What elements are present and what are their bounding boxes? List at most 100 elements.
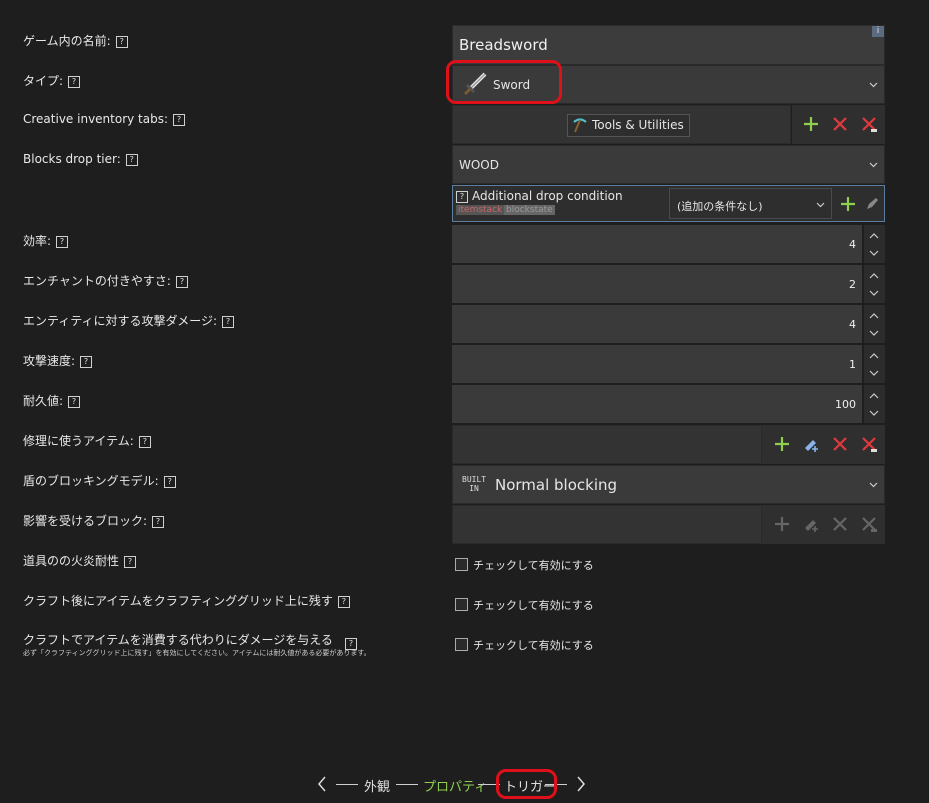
drop-condition-title: Additional drop condition <box>472 189 623 203</box>
clear-all-icon[interactable] <box>860 115 878 133</box>
attack-speed-spinner[interactable] <box>864 345 885 383</box>
help-icon[interactable]: ? <box>152 516 165 528</box>
repair-items-list[interactable] <box>452 425 762 464</box>
efficiency-input[interactable]: 4 <box>452 225 862 263</box>
checkbox-label: チェックして有効にする <box>473 599 594 612</box>
label-damage-on-craft-note: 必ず「クラフティンググリッド上に残す」を有効にしてください。アイテムには耐久値が… <box>23 649 371 657</box>
help-icon[interactable]: ? <box>337 596 350 608</box>
nav-current-page[interactable]: プロパティ <box>423 776 487 795</box>
enchantability-spinner[interactable] <box>864 265 885 303</box>
label-affected-blocks: 影響を受けるブロック:? <box>23 512 165 529</box>
help-icon[interactable]: ? <box>456 191 468 203</box>
label-type: タイプ:? <box>23 72 81 89</box>
tag-blockstate: blockstate <box>504 205 555 215</box>
durability-spinner[interactable] <box>864 385 885 423</box>
help-icon[interactable]: ? <box>68 76 81 88</box>
help-icon[interactable]: ? <box>138 436 151 448</box>
pickaxe-icon <box>572 117 588 133</box>
creative-tabs-list[interactable]: Tools & Utilities <box>452 105 791 144</box>
enchantability-input[interactable]: 2 <box>452 265 862 303</box>
shield-model-dropdown[interactable]: BUILT IN Normal blocking <box>452 465 885 504</box>
add-tag-icon[interactable] <box>802 435 820 453</box>
keep-after-craft-checkbox[interactable] <box>455 598 468 611</box>
affected-blocks-actions <box>762 505 885 544</box>
creative-tab-chip[interactable]: Tools & Utilities <box>567 114 690 137</box>
help-icon[interactable]: ? <box>80 356 93 368</box>
help-icon[interactable]: ? <box>173 114 186 126</box>
help-icon[interactable]: ? <box>124 556 137 568</box>
chevron-down-icon[interactable] <box>869 247 879 257</box>
info-icon[interactable]: i <box>872 26 884 37</box>
chevron-down-icon <box>869 160 878 169</box>
chevron-up-icon[interactable] <box>869 270 879 280</box>
help-icon[interactable]: ? <box>163 476 176 488</box>
drop-condition-panel: ? Additional drop condition itemstack bl… <box>452 185 885 222</box>
label-drop-tier: Blocks drop tier:? <box>23 152 138 166</box>
label-damage-on-craft: クラフトでアイテムを消費する代わりにダメージを与える <box>23 633 333 647</box>
name-input[interactable]: Breadsword i <box>452 25 885 65</box>
add-icon[interactable] <box>802 115 820 133</box>
label-keep-after-craft: クラフト後にアイテムをクラフティンググリッド上に残す? <box>23 592 350 609</box>
chevron-up-icon[interactable] <box>869 390 879 400</box>
fire-resistance-checkbox[interactable] <box>455 558 468 571</box>
chevron-down-icon[interactable] <box>869 367 879 377</box>
help-icon[interactable]: ? <box>56 236 69 248</box>
help-icon[interactable]: ? <box>115 36 128 48</box>
attack-speed-input[interactable]: 1 <box>452 345 862 383</box>
remove-icon[interactable] <box>831 435 849 453</box>
damage-input[interactable]: 4 <box>452 305 862 343</box>
label-fire-resistance: 道具のの火炎耐性? <box>23 552 137 569</box>
chevron-left-icon[interactable] <box>317 776 327 792</box>
enchantability-value: 2 <box>849 278 856 291</box>
repair-items-actions <box>762 425 885 464</box>
shield-model-value: Normal blocking <box>495 476 618 494</box>
remove-icon[interactable] <box>831 115 849 133</box>
clear-all-icon[interactable] <box>860 435 878 453</box>
chevron-down-icon[interactable] <box>869 287 879 297</box>
damage-on-craft-checkbox[interactable] <box>455 638 468 651</box>
builtin-badge: BUILT IN <box>462 475 486 493</box>
clear-all-icon <box>860 515 878 533</box>
chevron-down-icon <box>869 480 878 489</box>
help-icon[interactable]: ? <box>125 154 138 166</box>
chevron-down-icon[interactable] <box>869 327 879 337</box>
chevron-up-icon[interactable] <box>869 230 879 240</box>
efficiency-value: 4 <box>849 238 856 251</box>
affected-blocks-list[interactable] <box>452 505 762 544</box>
chevron-down-icon <box>816 200 825 209</box>
add-icon[interactable] <box>839 195 857 213</box>
label-durability: 耐久値:? <box>23 392 81 409</box>
damage-value: 4 <box>849 318 856 331</box>
label-name: ゲーム内の名前:? <box>23 32 128 49</box>
damage-spinner[interactable] <box>864 305 885 343</box>
creative-tabs-actions <box>792 105 885 144</box>
chevron-up-icon[interactable] <box>869 350 879 360</box>
label-creative-tabs: Creative inventory tabs:? <box>23 112 186 126</box>
highlight-ring <box>446 60 562 104</box>
drop-tier-dropdown[interactable]: WOOD <box>452 145 885 184</box>
help-icon[interactable]: ? <box>345 636 357 650</box>
builtin-top: BUILT <box>462 475 487 484</box>
chevron-down-icon <box>869 80 878 89</box>
label-repair-items: 修理に使うアイテム:? <box>23 432 151 449</box>
highlight-ring <box>496 769 557 799</box>
chevron-up-icon[interactable] <box>869 310 879 320</box>
efficiency-spinner[interactable] <box>864 225 885 263</box>
creative-tab-label: Tools & Utilities <box>592 118 684 132</box>
nav-prev-page[interactable]: 外観 <box>364 776 390 795</box>
help-icon[interactable]: ? <box>222 316 235 328</box>
nav-divider <box>396 784 418 785</box>
durability-input[interactable]: 100 <box>452 385 862 423</box>
add-icon[interactable] <box>773 435 791 453</box>
chevron-right-icon[interactable] <box>576 776 586 792</box>
chevron-down-icon[interactable] <box>869 407 879 417</box>
tag-itemstack: itemstack <box>456 205 505 215</box>
label-attack-speed: 攻撃速度:? <box>23 352 93 369</box>
drop-condition-dropdown[interactable]: (追加の条件なし) <box>669 188 832 219</box>
label-shield-model: 盾のブロッキングモデル:? <box>23 472 176 489</box>
attack-speed-value: 1 <box>849 358 856 371</box>
label-enchantability: エンチャントの付きやすさ:? <box>23 272 188 289</box>
help-icon[interactable]: ? <box>68 396 81 408</box>
edit-icon[interactable] <box>863 195 881 213</box>
help-icon[interactable]: ? <box>175 276 188 288</box>
